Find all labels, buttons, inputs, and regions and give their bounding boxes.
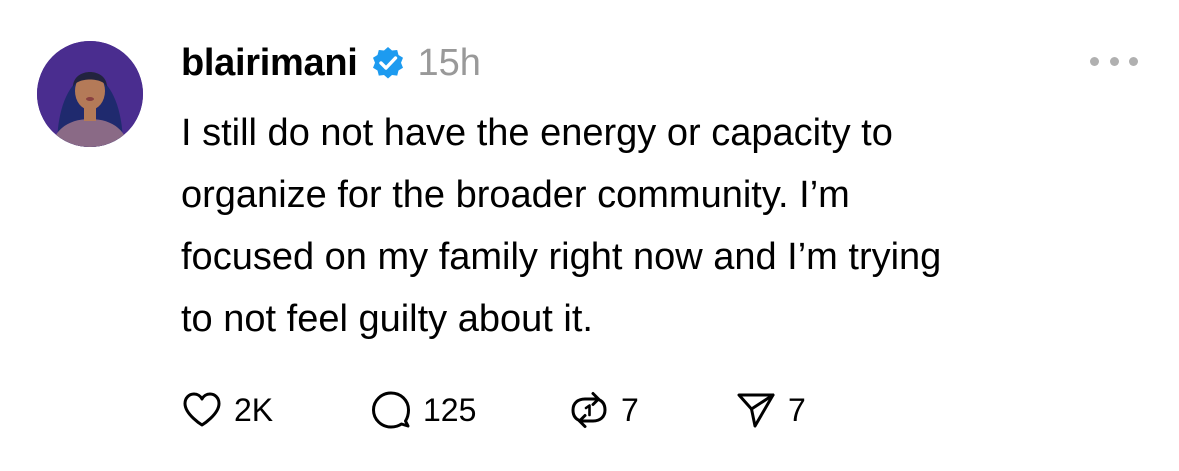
more-dots-icon: [1129, 56, 1138, 66]
avatar-photo: [37, 41, 143, 147]
thread-post: blairimani 15h I still do not have the e…: [0, 0, 1179, 471]
send-icon: [737, 393, 775, 428]
reply-count: 125: [423, 391, 477, 428]
repost-count: 7: [621, 391, 639, 428]
more-options-button[interactable]: [1090, 52, 1138, 70]
heart-icon: [183, 392, 221, 427]
more-dots-icon: [1090, 56, 1099, 66]
author-username[interactable]: blairimani: [181, 42, 358, 85]
like-button[interactable]: 2K: [180, 386, 273, 434]
post-actions: 2K 125 7 7: [180, 386, 880, 434]
share-count: 7: [788, 391, 806, 428]
verified-badge-icon: [370, 45, 406, 81]
post-body-text: I still do not have the energy or capaci…: [181, 112, 942, 340]
post-timestamp: 15h: [417, 41, 481, 84]
author-avatar[interactable]: [37, 41, 143, 147]
repost-button[interactable]: 7: [567, 386, 639, 434]
share-button[interactable]: 7: [734, 386, 806, 434]
reply-button[interactable]: 125: [369, 386, 476, 434]
comment-bubble-icon: [372, 391, 410, 429]
repost-icon: [571, 392, 607, 428]
post-header: blairimani 15h: [181, 38, 481, 88]
like-count: 2K: [234, 391, 274, 428]
more-dots-icon: [1109, 56, 1119, 66]
